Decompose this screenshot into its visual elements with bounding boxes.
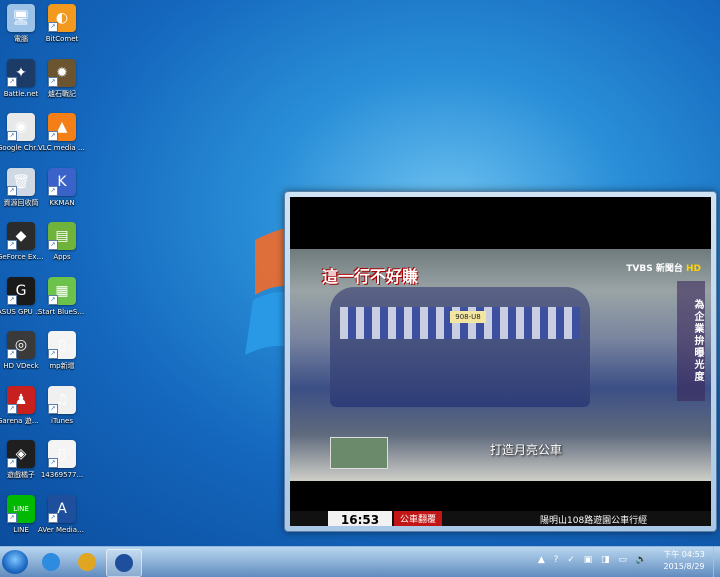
hearthstone-icon: ✹ ↗: [48, 58, 76, 87]
desktop-icon-apps[interactable]: ▤ ↗ Apps: [38, 222, 86, 262]
channel-name: 新聞台: [655, 264, 683, 274]
shortcut-arrow-icon: ↗: [48, 349, 58, 359]
shortcut-arrow-icon: ↗: [7, 403, 17, 414]
video-player-window[interactable]: 908-U8 這一行不好賺 TVBS 新聞台 HD 為企業拚曝光度 打造月亮公車…: [284, 191, 717, 532]
shortcut-arrow-icon: ↗: [7, 512, 17, 523]
channel-hd: HD: [685, 264, 701, 274]
shortcut-arrow-icon: ↗: [48, 458, 58, 468]
computer-icon: 🖥: [7, 4, 35, 32]
clock-time: 下午 04:53: [663, 550, 705, 559]
overlay-title: 這一行不好賺: [322, 267, 419, 286]
shortcut-arrow-icon: ↗: [7, 240, 17, 250]
desktop-icon-label: 爐石戰記: [48, 89, 76, 98]
system-tray[interactable]: ▲ ? ✓ ▣ ◨ ▭ 🔊: [538, 555, 650, 565]
shortcut-arrow-icon: ↗: [7, 458, 17, 468]
taskbar-internet-explorer[interactable]: [34, 549, 68, 575]
desktop-icon-bitcomet[interactable]: ◐ ↗ BitComet: [38, 4, 86, 44]
shortcut-arrow-icon: ↗: [48, 76, 58, 87]
mp-file-icon: ▯ ↗: [48, 331, 76, 359]
start-button[interactable]: [2, 550, 28, 574]
news-tag: 公車翻覆: [394, 511, 442, 526]
asus-gpu-tweak-icon: G ↗: [7, 276, 35, 305]
shortcut-arrow-icon: ↗: [48, 22, 58, 32]
internet-explorer-icon: [42, 553, 60, 571]
desktop-icon-label: KKMAN: [49, 198, 75, 207]
file-1436-icon: ▯ ↗: [48, 440, 76, 468]
desktop-icon-label: iTunes: [51, 416, 73, 425]
shortcut-arrow-icon: ↗: [7, 131, 17, 141]
hd-vdeck-icon: ◎ ↗: [7, 331, 35, 359]
kkman-icon: K ↗: [48, 167, 76, 196]
bluestacks-icon: ▦ ↗: [48, 276, 76, 305]
shortcut-arrow-icon: ↗: [48, 294, 58, 305]
desktop-icon-label: Start BlueStacks: [38, 307, 86, 316]
channel-logo: TVBS 新聞台 HD: [626, 261, 701, 274]
shortcut-arrow-icon: ↗: [48, 185, 58, 196]
bitcomet-icon: ◐ ↗: [48, 4, 76, 32]
vlc-icon: ▲ ↗: [48, 113, 76, 141]
desktop-background: 🖥電腦◐↗BitComet✦↗Battle.net✹↗爐石戰記◉↗Google …: [0, 0, 720, 546]
desktop-icon-label: Apps: [53, 253, 71, 261]
license-plate: 908-U8: [450, 311, 486, 323]
news-ticker: 陽明山108路遊園公車行經: [540, 516, 648, 526]
shortcut-arrow-icon: ↗: [48, 512, 58, 523]
geforce-icon: ◆ ↗: [7, 222, 35, 250]
battlenet-icon: ✦ ↗: [7, 58, 35, 87]
aver-media-icon: A ↗: [48, 494, 76, 523]
shortcut-arrow-icon: ↗: [48, 403, 58, 414]
clock[interactable]: 下午 04:53 2015/8/29: [656, 549, 712, 573]
desktop-icon-label: 14369577...: [40, 471, 84, 479]
news-time: 16:53: [328, 511, 392, 526]
apps-icon: ▤ ↗: [48, 222, 76, 250]
channel-prefix: TVBS: [626, 264, 653, 274]
shortcut-arrow-icon: ↗: [7, 76, 17, 87]
line-icon: LINE ↗: [7, 494, 35, 523]
desktop-icon-kkman[interactable]: K ↗ KKMAN: [38, 167, 86, 208]
desktop-icon-hearthstone[interactable]: ✹ ↗ 爐石戰記: [38, 58, 86, 99]
show-desktop-button[interactable]: [713, 547, 720, 577]
garena-icon: ♟ ↗: [7, 385, 35, 414]
game-launcher-icon: ◈ ↗: [7, 440, 35, 468]
recycle-bin-icon: 🗑 ↗: [7, 167, 35, 196]
desktop-icon-label: VLC media player: [38, 144, 86, 152]
shortcut-arrow-icon: ↗: [7, 185, 17, 196]
video-frame[interactable]: 908-U8 這一行不好賺 TVBS 新聞台 HD 為企業拚曝光度 打造月亮公車…: [290, 197, 711, 526]
bus-front: [330, 287, 590, 407]
taskbar: ▲ ? ✓ ▣ ◨ ▭ 🔊 下午 04:53 2015/8/29: [0, 546, 720, 577]
desktop-icon-vlc[interactable]: ▲↗ VLC media player: [38, 113, 86, 153]
chrome-icon: ◉ ↗: [7, 113, 35, 141]
news-scene: 908-U8 這一行不好賺 TVBS 新聞台 HD 為企業拚曝光度 打造月亮公車: [290, 249, 711, 481]
shortcut-arrow-icon: ↗: [7, 294, 17, 305]
caption: 打造月亮公車: [490, 443, 563, 457]
taskbar-chrome[interactable]: [70, 549, 104, 575]
desktop-icon-bluestacks[interactable]: ▦↗ Start BlueStacks: [38, 276, 86, 317]
taskbar-aver-media[interactable]: [106, 549, 142, 577]
side-vertical-text: 為企業拚曝光度: [677, 281, 705, 401]
chrome-icon: [78, 553, 96, 571]
desktop-icon-label: BitComet: [45, 35, 79, 43]
thumbnail-inset: [330, 437, 388, 469]
desktop-icon-aver-media[interactable]: A↗ AVer MediaCen...: [38, 494, 86, 535]
desktop-icon-itunes[interactable]: ♫ ↗ iTunes: [38, 385, 86, 426]
aver-media-icon: [115, 554, 133, 572]
desktop-icon-label: mp新增: [49, 362, 75, 370]
shortcut-arrow-icon: ↗: [48, 131, 58, 141]
desktop-icon-label: AVer MediaCen...: [38, 525, 86, 534]
shortcut-arrow-icon: ↗: [7, 349, 17, 359]
clock-date: 2015/8/29: [663, 562, 705, 571]
desktop-icon-mp-file[interactable]: ▯ ↗ mp新增: [38, 331, 86, 371]
desktop-icon-file-1436[interactable]: ▯ ↗ 14369577...: [38, 440, 86, 480]
itunes-icon: ♫ ↗: [48, 385, 76, 414]
shortcut-arrow-icon: ↗: [48, 240, 58, 250]
